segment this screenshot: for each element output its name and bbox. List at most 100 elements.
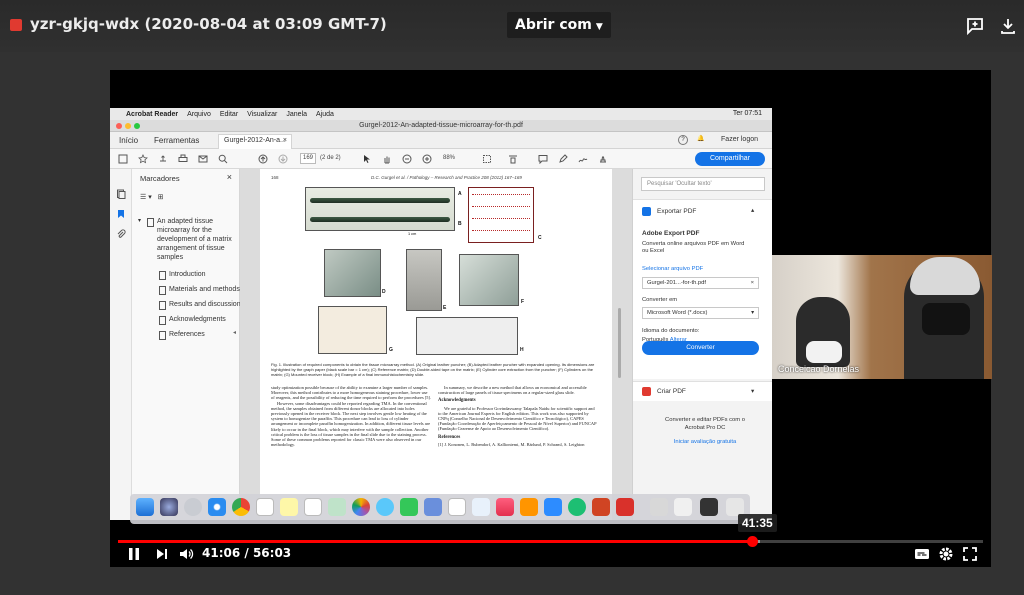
convert-button: Converter [642,341,759,355]
page-number-field: 169 [300,153,316,164]
next-icon[interactable] [154,546,170,562]
selected-file-field: Gurgel-201...-for-th.pdf × [642,277,759,289]
panel-label-f: F [521,299,525,305]
bookmark-materials-methods: Materials and methods [159,285,249,295]
tools-pane: Pesquisar 'Ocultar texto' Exportar PDF ▴… [632,169,772,520]
numbers-icon [448,498,466,516]
scrubber-handle[interactable] [747,536,759,547]
chrome-icon [232,498,250,516]
music-icon [496,498,514,516]
open-with-button[interactable]: Abrir com ▼ [507,12,611,38]
adobe-export-title: Adobe Export PDF [642,230,700,237]
window-title: Gurgel-2012-An-adapted-tissue-microarray… [359,122,523,129]
bookmark-references: References [159,330,249,340]
panel-label-e: E [443,305,447,311]
figure-panel-g [318,306,387,354]
time-display: 41:06 / 56:03 [202,546,292,560]
page-down-icon [278,154,288,164]
expand-chevron-icon: ▾ [138,218,142,224]
free-trial-link: Iniciar avaliação gratuita [673,439,737,445]
tab-tools: Ferramentas [154,136,200,145]
participant-name: Conceicao Dornelas [778,364,860,374]
menu-item-edit: Editar [219,110,239,118]
journal-citation: D.C. Gurgel et al. / Pathology – Researc… [371,175,522,180]
attachment-icon [117,229,126,238]
pause-icon[interactable] [126,546,142,562]
close-panel-icon: × [226,172,232,182]
menu-item-window: Janela [286,110,308,118]
captions-icon[interactable] [914,546,930,562]
figure-panel-d [324,249,381,297]
bell-icon: 🔔 [697,136,705,142]
figure-panel-f [459,254,519,306]
share-button: Compartilhar [695,152,765,166]
page-up-icon [258,154,268,164]
volume-icon[interactable] [178,546,194,562]
upload-cloud-icon [160,155,166,162]
scroll-mode-icon [509,155,517,164]
print-icon [178,154,188,162]
fullscreen-icon[interactable] [962,546,978,562]
window-title-bar: Gurgel-2012-An-adapted-tissue-microarray… [110,120,772,132]
star-icon [138,154,148,164]
stamp-icon [600,156,606,163]
zoom-in-icon [422,154,432,164]
bookmark-icon [118,210,124,218]
finder-icon [136,498,154,516]
collapse-chevron-icon: ▴ [751,207,755,214]
whatsapp-icon [568,498,586,516]
zoom-out-icon [402,154,412,164]
figure-panel-e [406,249,442,311]
mail-icon [198,155,208,163]
reference-item: [1] J. Kononen, L. Bubendorf, A. Kallion… [438,441,585,447]
panel-label-h: H [520,347,524,353]
paragraph: In summary, we describe a new method tha… [438,385,587,396]
messages-icon [376,498,394,516]
doc-language-label: Idioma do documento: [642,328,700,334]
comment-icon [538,155,548,164]
create-pdf-icon [642,387,651,396]
hand-icon [384,156,390,164]
paragraph: We are grateful to Professor Govindaswam… [438,405,597,432]
reminders-icon [304,498,322,516]
white-mask [806,341,842,363]
file-title: yzr-gkjq-wdx (2020-08-04 at 03:09 GMT-7) [30,15,387,33]
download-icon[interactable] [998,16,1018,36]
document-stack-icon [674,498,692,516]
scale-bar-label: 1 cm [408,232,417,236]
panel-label-d: D [382,289,386,295]
menu-item-view: Visualizar [247,110,278,118]
figure-panel-c-matrix [468,187,534,243]
bookmarks-panel: Marcadores × ☰ ▾ ⊞ ▾ An adapted tissue m… [132,169,241,520]
paragraph: However, some disadvantages could be rep… [271,400,431,448]
progress-bar[interactable] [118,536,983,547]
bookmark-root: An adapted tissue microarray for the dev… [147,217,237,262]
search-icon [218,154,228,164]
zoom-app-icon [544,498,562,516]
pages-icon [117,189,126,199]
add-comment-icon[interactable] [965,16,985,36]
launchpad-icon [184,498,202,516]
safari-icon [208,498,226,516]
pane-search-input: Pesquisar 'Ocultar texto' [641,177,765,191]
running-header: 168 D.C. Gurgel et al. / Pathology – Res… [271,175,601,180]
settings-gear-icon[interactable] [938,546,954,562]
zoom-level: 88% [443,155,456,161]
preview-icon [424,498,442,516]
photos-icon [352,498,370,516]
panel-label-b: B [458,221,462,227]
convert-description: Converta online arquivos PDF em Word ou … [642,241,745,254]
acrobat-toolbar: 169 (2 de 2) 88% Compartilhar [110,149,772,169]
acrobat-icon [616,498,634,516]
close-tab-icon: × [282,137,287,144]
create-pdf-card: Criar PDF ▾ [633,381,772,401]
pen-icon [559,154,568,163]
current-time: 41:06 [202,546,241,560]
siri-icon [160,498,178,516]
left-navigation-rail [110,169,132,520]
bookmarks-title: Marcadores [140,174,180,183]
page-number: 168 [271,175,279,180]
panel-collapse-icon: ◂ [233,330,237,336]
pdf-page: 168 D.C. Gurgel et al. / Pathology – Res… [260,169,612,520]
panel-label-a: A [458,191,462,197]
